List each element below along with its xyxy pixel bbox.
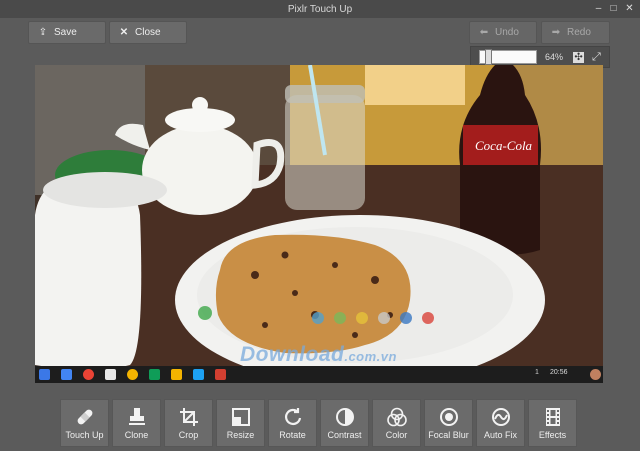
resize-icon <box>231 406 251 428</box>
color-icon <box>386 406 408 428</box>
title-bar: Pixlr Touch Up – □ ✕ <box>0 0 640 18</box>
fullscreen-icon[interactable]: ⤢ <box>592 51 601 64</box>
shelf-badge: 1 <box>535 369 539 376</box>
tool-crop[interactable]: Crop <box>164 399 213 447</box>
zoom-slider-handle[interactable] <box>485 49 492 65</box>
gmail-icon <box>105 369 116 380</box>
zoom-slider[interactable] <box>479 49 537 65</box>
twitter-icon <box>193 369 204 380</box>
tool-label: Clone <box>124 430 149 440</box>
tool-focal-blur[interactable]: Focal Blur <box>424 399 473 447</box>
rotate-icon <box>283 406 303 428</box>
os-shelf: 1 20:56 <box>35 366 603 383</box>
maximize-icon[interactable]: □ <box>608 3 619 14</box>
fit-screen-icon[interactable]: ✣ <box>573 51 585 63</box>
tool-label: Color <box>385 430 408 440</box>
redo-arrow-icon: ➡ <box>551 27 561 38</box>
close-button[interactable]: ✕ Close <box>109 21 187 44</box>
tool-contrast[interactable]: Contrast <box>320 399 369 447</box>
save-label: Save <box>54 27 77 38</box>
save-button[interactable]: ⇪ Save <box>28 21 106 44</box>
tool-effects[interactable]: Effects <box>528 399 577 447</box>
photos-icon <box>171 369 182 380</box>
undo-button[interactable]: ⬅ Undo <box>469 21 537 44</box>
drive-icon <box>149 369 160 380</box>
files-icon <box>61 369 72 380</box>
image-canvas[interactable]: Coca-Cola Download.com.vn <box>35 65 603 383</box>
auto-fix-icon <box>491 406 511 428</box>
effects-icon <box>543 406 563 428</box>
bandage-icon <box>75 406 95 428</box>
save-icon: ⇪ <box>38 27 48 38</box>
tool-label: Rotate <box>279 430 306 440</box>
tool-label: Auto Fix <box>483 430 517 440</box>
undo-arrow-icon: ⬅ <box>479 27 489 38</box>
focal-blur-icon <box>439 406 459 428</box>
tool-label: Effects <box>538 430 567 440</box>
window-title: Pixlr Touch Up <box>287 3 353 15</box>
zoom-level: 64% <box>545 52 564 62</box>
music-icon <box>127 369 138 380</box>
tool-resize[interactable]: Resize <box>216 399 265 447</box>
redo-label: Redo <box>567 27 591 38</box>
minimize-icon[interactable]: – <box>593 3 604 14</box>
tool-touch-up[interactable]: Touch Up <box>60 399 109 447</box>
tool-rotate[interactable]: Rotate <box>268 399 317 447</box>
close-label: Close <box>135 27 161 38</box>
redo-button[interactable]: ➡ Redo <box>541 21 610 44</box>
tool-label: Touch Up <box>65 430 104 440</box>
stamp-icon <box>127 406 147 428</box>
tool-label: Contrast <box>327 430 362 440</box>
undo-label: Undo <box>495 27 519 38</box>
crop-icon <box>179 406 199 428</box>
tools-bar: Touch Up Clone Crop Resize Rotate Contra… <box>60 399 577 447</box>
tool-label: Resize <box>226 430 255 440</box>
tool-color[interactable]: Color <box>372 399 421 447</box>
shelf-clock: 20:56 <box>550 369 568 376</box>
close-icon: ✕ <box>119 27 129 38</box>
chrome-icon <box>83 369 94 380</box>
launcher-icon <box>39 369 50 380</box>
tool-auto-fix[interactable]: Auto Fix <box>476 399 525 447</box>
avatar <box>590 369 601 380</box>
watermark-dots <box>198 306 434 324</box>
tool-label: Crop <box>178 430 199 440</box>
tool-label: Focal Blur <box>428 430 469 440</box>
app-icon <box>215 369 226 380</box>
close-window-icon[interactable]: ✕ <box>624 3 635 14</box>
tool-clone[interactable]: Clone <box>112 399 161 447</box>
contrast-icon <box>335 406 355 428</box>
